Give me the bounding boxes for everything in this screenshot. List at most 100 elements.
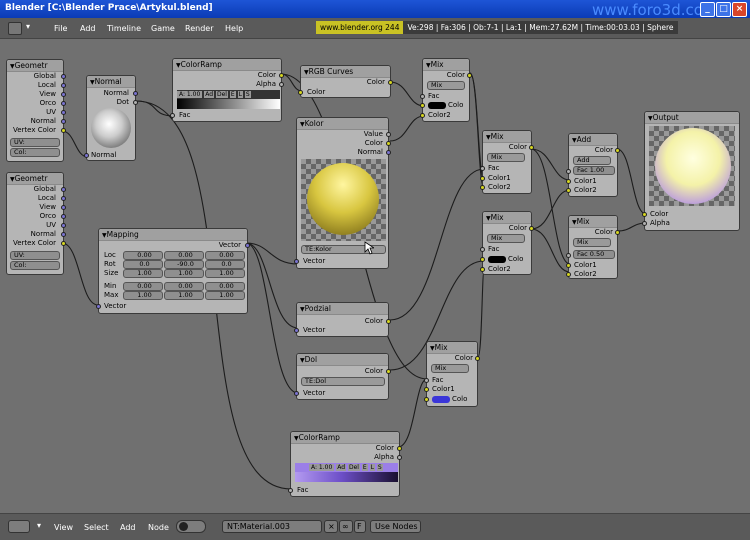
socket[interactable]: [420, 103, 425, 108]
uv-field[interactable]: UV:: [10, 251, 60, 260]
menu-file[interactable]: File: [54, 24, 67, 33]
geometry-node-2[interactable]: ▼Geometr Global Local View Orco UV Norma…: [6, 172, 66, 275]
ramp-spline-button[interactable]: S: [376, 464, 383, 471]
socket[interactable]: [424, 387, 429, 392]
maximize-icon[interactable]: □: [716, 2, 731, 17]
ramp-spline-button[interactable]: S: [244, 91, 251, 98]
socket[interactable]: [96, 304, 101, 309]
row-label-max[interactable]: Max: [104, 291, 118, 299]
color-swatch[interactable]: [428, 102, 446, 109]
kolor-texture-node[interactable]: ▼Kolor Value Color Normal TE:Kolor Vecto…: [294, 117, 391, 269]
colorramp-node-1[interactable]: ▼ColorRamp Color Alpha A: 1.00 Ad Del E …: [170, 58, 284, 122]
socket[interactable]: [480, 257, 485, 262]
material-selector[interactable]: NT:Material.003: [222, 520, 322, 533]
ramp-ease-button[interactable]: E: [361, 464, 368, 471]
socket[interactable]: [133, 91, 138, 96]
min-x[interactable]: 0.00: [123, 282, 163, 291]
mix-node-3[interactable]: ▼Mix Color Mix Fac Colo Color2: [480, 211, 534, 275]
menu-view[interactable]: View: [54, 523, 73, 532]
mix-node-2[interactable]: ▼Mix Color Mix Fac Color1 Color2: [480, 130, 534, 194]
menu-select[interactable]: Select: [84, 523, 109, 532]
blend-mode-dropdown[interactable]: Mix: [573, 238, 611, 247]
socket[interactable]: [61, 128, 66, 133]
blend-mode-dropdown[interactable]: Mix: [431, 364, 469, 373]
socket[interactable]: [566, 253, 571, 258]
blend-mode-dropdown[interactable]: Mix: [487, 234, 525, 243]
ramp-alpha[interactable]: A: 1.00: [177, 91, 203, 98]
loc-y[interactable]: 0.00: [164, 251, 204, 260]
window-type-icon[interactable]: [8, 22, 22, 35]
socket[interactable]: [61, 119, 66, 124]
max-x[interactable]: 1.00: [123, 291, 163, 300]
normal-node[interactable]: ▼Normal Normal Dot Normal: [84, 75, 138, 161]
socket[interactable]: [279, 82, 284, 87]
ramp-linear-button[interactable]: L: [237, 91, 243, 98]
socket[interactable]: [386, 369, 391, 374]
ramp-gradient[interactable]: [177, 99, 280, 109]
socket[interactable]: [386, 141, 391, 146]
fac-slider[interactable]: Fac 0.50: [573, 250, 615, 259]
close-icon[interactable]: ×: [732, 2, 747, 17]
normal-sphere-preview[interactable]: [91, 108, 131, 148]
socket[interactable]: [61, 223, 66, 228]
socket[interactable]: [615, 230, 620, 235]
socket[interactable]: [279, 73, 284, 78]
collapse-icon[interactable]: ▾: [37, 521, 41, 530]
socket[interactable]: [61, 187, 66, 192]
col-field[interactable]: Col:: [10, 261, 60, 270]
size-y[interactable]: 1.00: [164, 269, 204, 278]
socket[interactable]: [386, 150, 391, 155]
menu-help[interactable]: Help: [225, 24, 243, 33]
ramp-gradient[interactable]: [295, 472, 398, 482]
socket[interactable]: [420, 113, 425, 118]
mapping-node[interactable]: ▼Mapping Vector Loc 0.00 0.00 0.00 Rot 0…: [96, 228, 250, 314]
socket[interactable]: [61, 92, 66, 97]
socket[interactable]: [294, 391, 299, 396]
menu-node[interactable]: Node: [148, 523, 169, 532]
ramp-delete-button[interactable]: Del: [215, 91, 228, 98]
collapse-icon[interactable]: ▾: [26, 22, 30, 31]
socket[interactable]: [386, 319, 391, 324]
editor-type-button[interactable]: [8, 520, 30, 533]
ramp-controls[interactable]: A: 1.00 Ad Del E L S: [177, 90, 280, 99]
socket[interactable]: [467, 73, 472, 78]
ramp-add-button[interactable]: Ad: [204, 91, 215, 98]
socket[interactable]: [642, 212, 647, 217]
loc-z[interactable]: 0.00: [205, 251, 245, 260]
socket[interactable]: [615, 148, 620, 153]
socket[interactable]: [529, 226, 534, 231]
geometry-node-1[interactable]: ▼Geometr Global Local View Orco UV Norma…: [6, 59, 66, 162]
uv-field[interactable]: UV:: [10, 138, 60, 147]
size-z[interactable]: 1.00: [205, 269, 245, 278]
blend-mode-dropdown[interactable]: Mix: [487, 153, 525, 162]
socket[interactable]: [388, 80, 393, 85]
texture-preview[interactable]: [301, 159, 386, 241]
socket[interactable]: [480, 185, 485, 190]
output-preview[interactable]: [649, 126, 735, 206]
col-field[interactable]: Col:: [10, 148, 60, 157]
max-z[interactable]: 1.00: [205, 291, 245, 300]
socket[interactable]: [61, 110, 66, 115]
socket[interactable]: [480, 166, 485, 171]
menu-game[interactable]: Game: [151, 24, 175, 33]
clear-material-icon[interactable]: ×: [324, 520, 338, 533]
menu-add[interactable]: Add: [120, 523, 136, 532]
node-editor[interactable]: ▼Geometr Global Local View Orco UV Norma…: [0, 39, 750, 513]
socket[interactable]: [480, 247, 485, 252]
color-swatch[interactable]: [488, 256, 506, 263]
min-y[interactable]: 0.00: [164, 282, 204, 291]
socket[interactable]: [566, 272, 571, 277]
loc-x[interactable]: 0.00: [123, 251, 163, 260]
row-label-min[interactable]: Min: [104, 282, 116, 290]
socket[interactable]: [61, 205, 66, 210]
menu-render[interactable]: Render: [185, 24, 213, 33]
use-nodes-button[interactable]: Use Nodes: [370, 520, 421, 533]
rgb-curves-node[interactable]: ▼RGB Curves Color Color: [298, 65, 393, 98]
socket[interactable]: [566, 179, 571, 184]
socket[interactable]: [61, 74, 66, 79]
shader-type-toggle[interactable]: [176, 520, 206, 533]
socket[interactable]: [294, 328, 299, 333]
ramp-delete-button[interactable]: Del: [347, 464, 360, 471]
fac-slider[interactable]: Fac 1.00: [573, 166, 615, 175]
socket[interactable]: [475, 356, 480, 361]
